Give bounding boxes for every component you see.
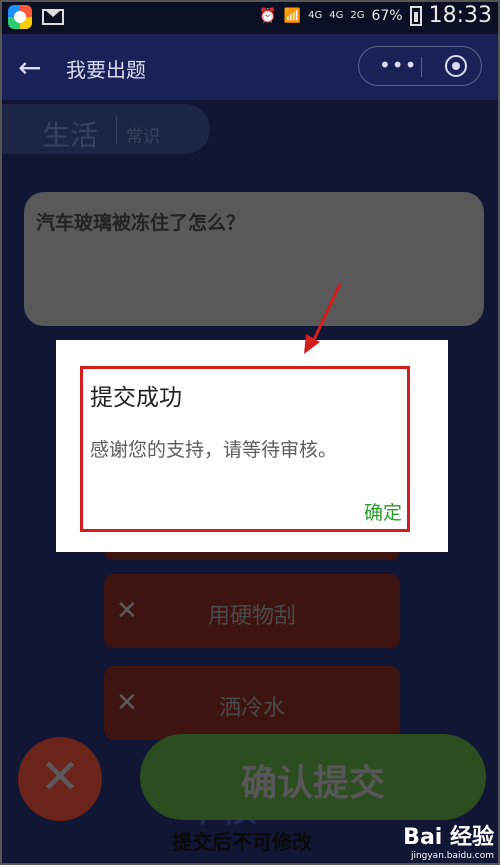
- watermark: Bai 经验 jingyan.baidu.com: [403, 819, 494, 861]
- sim1-type: 4G: [329, 10, 344, 21]
- close-miniprogram-icon[interactable]: [445, 55, 467, 77]
- back-arrow-icon[interactable]: ←: [18, 52, 50, 84]
- category-pill[interactable]: 生活 常识: [2, 104, 210, 154]
- navigation-bar: ← 我要出题 •••: [0, 34, 500, 100]
- miniprogram-capsule: •••: [358, 46, 482, 86]
- dialog-title: 提交成功: [90, 385, 182, 411]
- status-bar: ⏰ 📶 4G 4G 2G 67% 18:33: [0, 0, 500, 34]
- category-sub: 常识: [126, 127, 160, 147]
- confirm-submit-label: 确认提交: [240, 763, 385, 804]
- success-dialog: 提交成功 感谢您的支持，请等待审核。 确定: [56, 340, 448, 552]
- close-icon: ✕: [39, 749, 81, 805]
- clock: 18:33: [428, 3, 492, 28]
- capsule-divider: [421, 57, 422, 77]
- baidu-logo: Bai 经验: [403, 825, 494, 850]
- confirm-submit-button[interactable]: 确认提交: [140, 734, 486, 820]
- annotation-arrow: [304, 283, 342, 354]
- battery-icon: [409, 5, 422, 26]
- answer-option[interactable]: ✕ 用硬物刮: [104, 574, 400, 648]
- wifi-icon: 📶: [283, 7, 302, 24]
- dialog-ok-button[interactable]: 确定: [364, 498, 402, 525]
- mail-icon: [42, 9, 64, 25]
- dialog-message: 感谢您的支持，请等待审核。: [90, 439, 338, 461]
- network-type: 4G: [308, 10, 323, 21]
- question-card[interactable]: 汽车玻璃被冻住了怎么？: [24, 192, 484, 326]
- submit-note: 提交后不可修改: [172, 830, 312, 854]
- battery-percent: 67%: [371, 7, 403, 24]
- option-label: 洒冷水: [218, 696, 285, 721]
- sim2-type: 2G: [350, 10, 365, 21]
- alarm-icon: ⏰: [259, 7, 277, 24]
- category-main: 生活: [42, 119, 99, 152]
- watermark-url: jingyan.baidu.com: [410, 851, 494, 861]
- page-title: 我要出题: [66, 58, 146, 82]
- app-store-icon: [8, 5, 32, 29]
- question-text: 汽车玻璃被冻住了怎么？: [36, 212, 246, 234]
- option-label: 用硬物刮: [207, 604, 296, 629]
- category-divider: [116, 116, 117, 144]
- cancel-button[interactable]: ✕: [18, 737, 102, 821]
- more-icon[interactable]: •••: [379, 53, 417, 77]
- answer-option[interactable]: ✕ 洒冷水: [104, 666, 400, 740]
